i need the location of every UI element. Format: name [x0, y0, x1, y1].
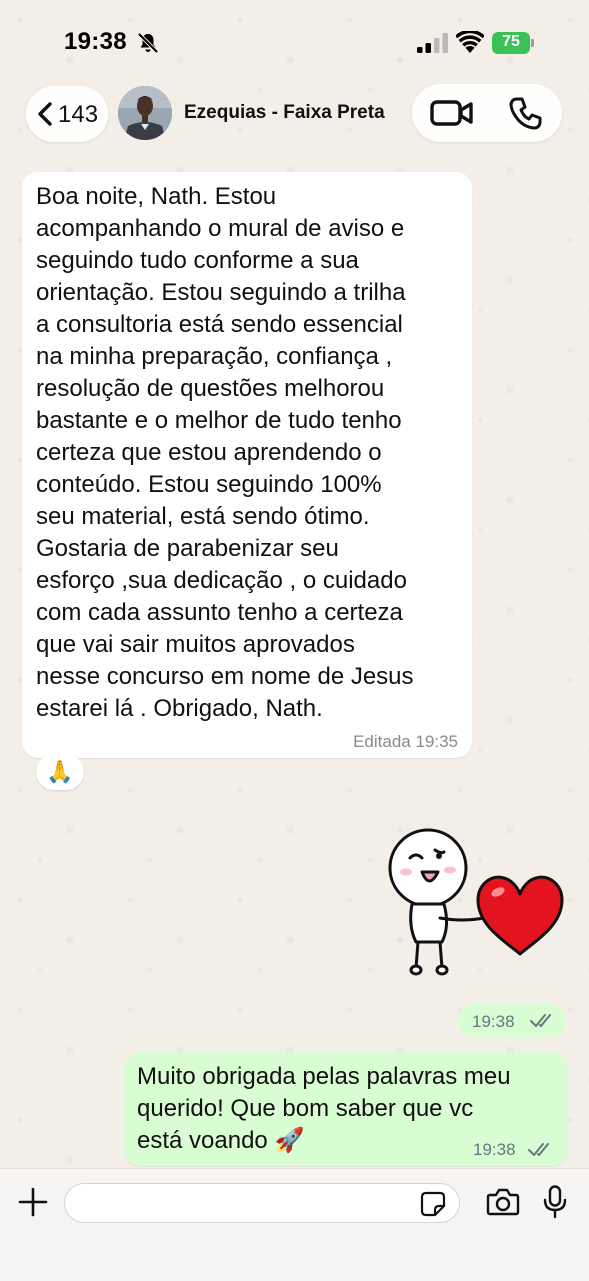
signal-icon [417, 33, 448, 53]
incoming-message[interactable]: Boa noite, Nath. Estou acompanhando o mu… [22, 172, 472, 758]
message-meta: Editada 19:35 [353, 732, 458, 751]
bell-off-icon [137, 32, 159, 54]
message-input[interactable] [64, 1183, 460, 1223]
avatar-image [118, 86, 172, 140]
battery-level: 75 [502, 33, 520, 50]
double-check-icon [530, 1014, 551, 1027]
call-actions [412, 84, 562, 142]
chat-messages: Boa noite, Nath. Estou acompanhando o mu… [0, 0, 589, 1280]
contact-name[interactable]: Ezequias - Faixa Preta [184, 102, 385, 124]
chat-header: 143 Ezequias - Faixa Preta [0, 80, 589, 150]
message-text: Boa noite, Nath. Estou acompanhando o mu… [36, 183, 414, 722]
phone-icon[interactable] [508, 95, 544, 131]
status-bar: 19:38 75 [0, 0, 589, 80]
message-composer [0, 1168, 589, 1281]
sticker-timestamp: 19:38 [458, 1004, 566, 1038]
plus-icon[interactable] [18, 1187, 48, 1217]
back-button[interactable]: 143 [26, 86, 108, 142]
status-time: 19:38 [64, 28, 127, 55]
wifi-icon [456, 31, 484, 53]
sticker-time: 19:38 [472, 1012, 515, 1031]
heart-sticker[interactable] [382, 828, 568, 980]
reaction-badge[interactable]: 🙏 [36, 754, 84, 790]
video-camera-icon[interactable] [430, 97, 474, 129]
unread-count: 143 [58, 101, 99, 128]
outgoing-message[interactable]: Muito obrigada pelas palavras meu querid… [124, 1052, 568, 1166]
battery-icon: 75 [492, 32, 534, 54]
double-check-icon [528, 1143, 549, 1156]
sticker-icon[interactable] [420, 1191, 446, 1217]
avatar[interactable] [118, 86, 172, 140]
chevron-left-icon [38, 102, 52, 126]
message-time: 19:38 [473, 1140, 516, 1159]
microphone-icon[interactable] [542, 1185, 568, 1219]
camera-icon[interactable] [486, 1187, 520, 1217]
